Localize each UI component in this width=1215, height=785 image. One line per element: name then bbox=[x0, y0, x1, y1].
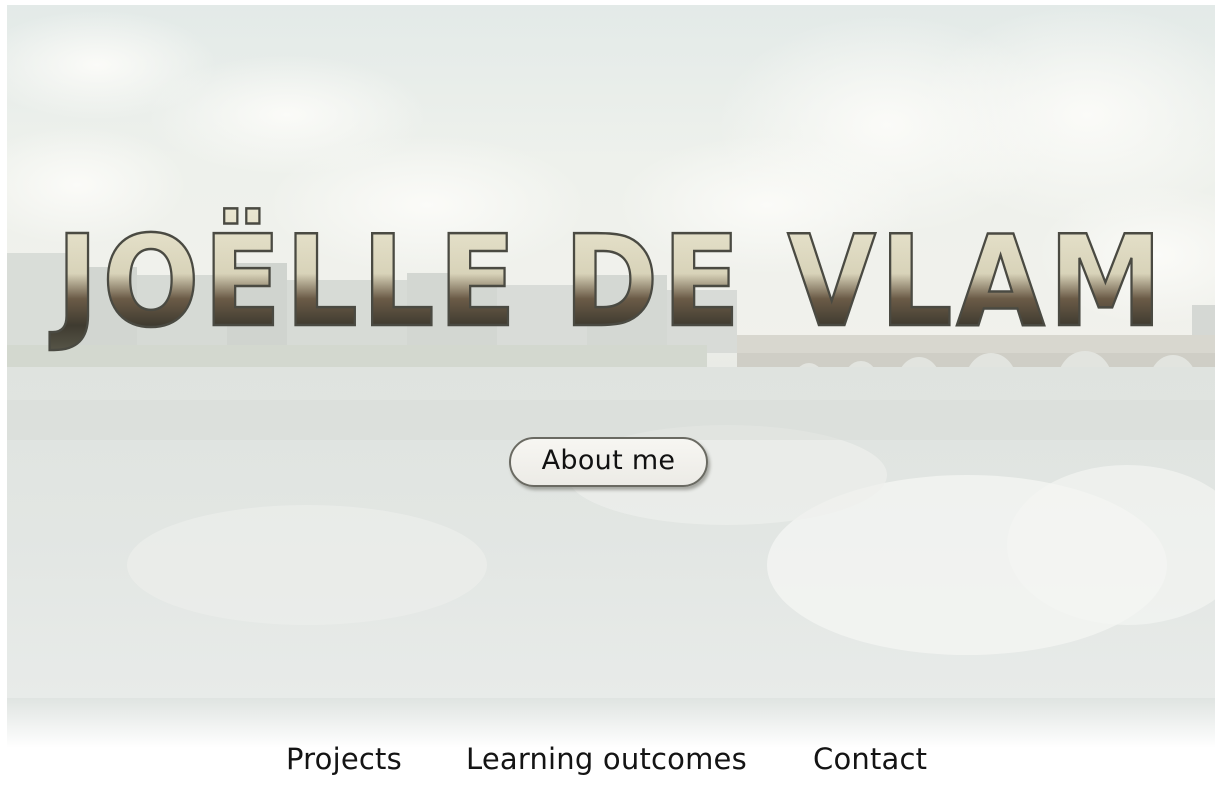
hero-section: JOËLLE DE VLAM bbox=[7, 5, 1215, 698]
nav-link-projects[interactable]: Projects bbox=[286, 742, 402, 776]
about-me-button[interactable]: About me bbox=[509, 437, 708, 487]
nav-link-contact[interactable]: Contact bbox=[813, 742, 927, 776]
site-title: JOËLLE DE VLAM bbox=[49, 207, 1166, 355]
footer-nav: Projects Learning outcomes Contact bbox=[0, 740, 1215, 785]
hero-title-graphic: JOËLLE DE VLAM bbox=[47, 206, 1166, 357]
page: JOËLLE DE VLAM About me Projects Learnin… bbox=[0, 0, 1215, 785]
nav-link-learning-outcomes[interactable]: Learning outcomes bbox=[466, 742, 747, 776]
